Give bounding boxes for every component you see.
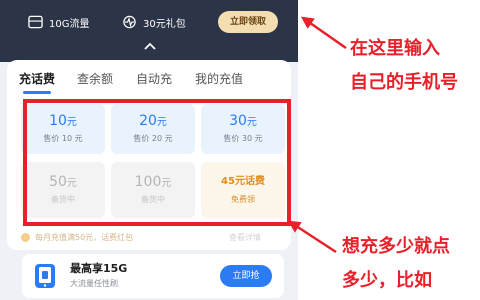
tab-my-top-ups[interactable]: 我的充值 xyxy=(195,70,243,88)
tab-auto-top-up[interactable]: 自动充 xyxy=(136,70,172,88)
grab-now-button[interactable]: 立即抢 xyxy=(220,265,272,287)
perk-data-label: 10G流量 xyxy=(49,18,90,30)
data-plan-promo: 最高享15G 大流量任性刷 立即抢 xyxy=(22,254,284,298)
active-tab-indicator xyxy=(23,91,51,94)
annotation-pick-amount-line-1: 想充多少就点 xyxy=(342,236,450,257)
highlight-box xyxy=(23,99,291,226)
tab-balance[interactable]: 查余额 xyxy=(77,70,113,88)
pulse-icon xyxy=(123,15,136,29)
tab-top-up[interactable]: 充话费 xyxy=(19,70,55,88)
claim-button[interactable]: 立即领取 xyxy=(218,11,278,33)
promo-subtitle: 大流量任性刷 xyxy=(70,279,118,288)
annotation-enter-number-line-1: 在这里输入 xyxy=(350,38,440,59)
perk-data: 10G流量 xyxy=(28,13,89,31)
recharge-tabs: 充话费 查余额 自动充 我的充值 xyxy=(19,70,279,96)
chevron-up-icon[interactable] xyxy=(144,42,156,50)
annotation-pick-amount-line-2: 多少，比如 xyxy=(342,270,432,291)
annotation-enter-number-line-2: 自己的手机号 xyxy=(350,72,458,93)
notice-details-link[interactable]: 查看详情 xyxy=(229,232,261,243)
mobile-phone-icon xyxy=(35,264,55,288)
perk-gift-label: 30元礼包 xyxy=(143,18,186,30)
perks-header: 10G流量 30元礼包 立即领取 xyxy=(0,0,298,62)
promo-notice-text: 每月充值满50元，话费红包 xyxy=(35,232,134,242)
arrow-to-phone-input xyxy=(300,16,347,50)
sim-card-icon xyxy=(28,15,43,29)
bell-icon xyxy=(21,232,30,242)
promo-title: 最高享15G xyxy=(70,262,128,275)
promo-notice: 每月充值满50元，话费红包 xyxy=(21,230,133,244)
perk-gift: 30元礼包 xyxy=(122,13,186,31)
